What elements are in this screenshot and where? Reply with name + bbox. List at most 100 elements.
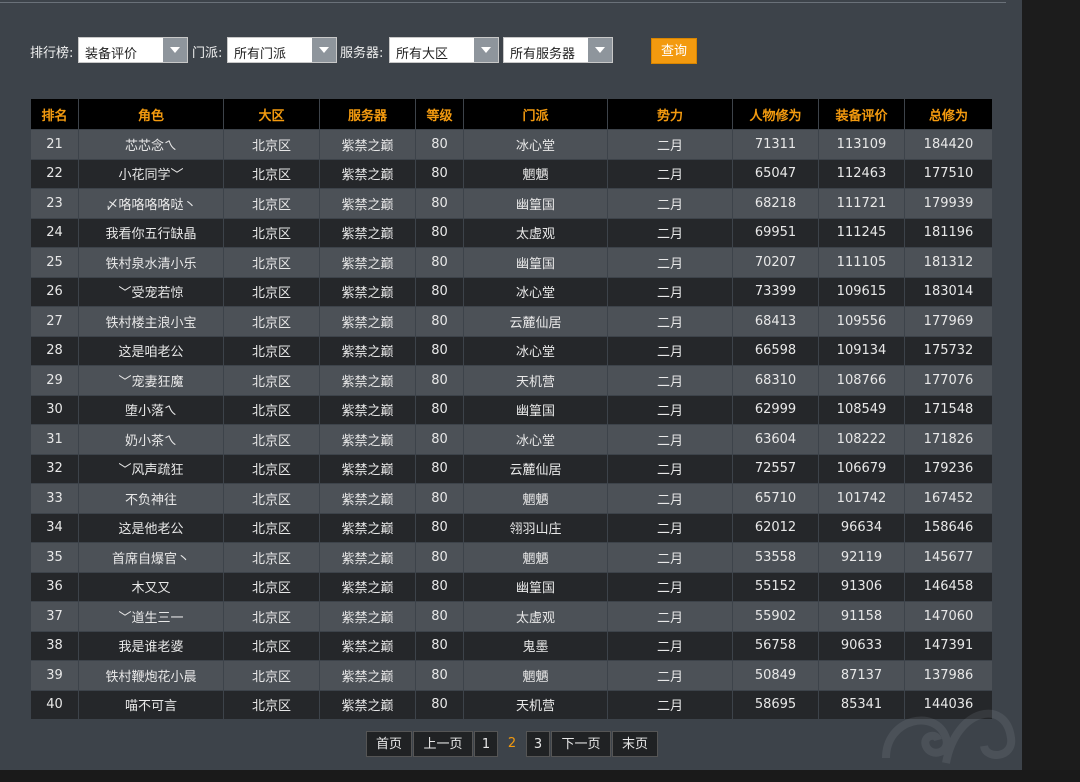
- chevron-down-icon[interactable]: [312, 38, 336, 62]
- table-cell: 这是咱老公: [78, 335, 224, 366]
- table-cell: 紫禁之巅: [319, 689, 416, 720]
- table-row[interactable]: 24 我看你五行缺晶 北京区 紫禁之巅 80 太虚观 二月 69951 111245 181196: [30, 217, 993, 248]
- table-row[interactable]: 25 铁村泉水清小乐 北京区 紫禁之巅 80 幽篁国 二月 70207 111105 181312: [30, 247, 993, 278]
- table-cell: 紫禁之巅: [319, 276, 416, 307]
- column-header: 大区: [223, 98, 320, 130]
- table-cell: 北京区: [223, 689, 320, 720]
- table-row[interactable]: 23 〆咯咯咯咯哒丶 北京区 紫禁之巅 80 幽篁国 二月 68218 111721 179939: [30, 188, 993, 219]
- table-cell: 太虚观: [463, 217, 608, 248]
- table-cell: 80: [415, 247, 464, 278]
- table-row[interactable]: 32 ﹀风声疏狂 北京区 紫禁之巅 80 云麓仙居 二月 72557 106679 179236: [30, 453, 993, 484]
- region-select[interactable]: 所有大区: [389, 37, 499, 63]
- table-row[interactable]: 29 ﹀宠妻狂魔 北京区 紫禁之巅 80 天机营 二月 68310 108766 177076: [30, 365, 993, 396]
- table-cell: 72557: [732, 453, 819, 484]
- table-cell: 147391: [904, 630, 993, 661]
- page-2-current: 2: [507, 736, 517, 751]
- table-cell: 紫禁之巅: [319, 394, 416, 425]
- last-page-button[interactable]: 末页: [612, 731, 658, 757]
- column-header: 服务器: [319, 98, 416, 130]
- page-3-button[interactable]: 3: [526, 731, 550, 757]
- table-cell: 奶小茶ㄟ: [78, 424, 224, 455]
- table-cell: 二月: [607, 394, 733, 425]
- table-cell: 80: [415, 158, 464, 189]
- table-cell: 112463: [818, 158, 905, 189]
- table-cell: 堕小落ㄟ: [78, 394, 224, 425]
- table-cell: 63604: [732, 424, 819, 455]
- table-cell: 32: [30, 453, 79, 484]
- table-cell: 小花同学﹀: [78, 158, 224, 189]
- table-cell: 179236: [904, 453, 993, 484]
- table-cell: 80: [415, 512, 464, 543]
- ranking-table: 排名 角色 大区 服务器 等级 门派 势力 人物修为 装备评价 总修为 21 芯芯念ㄟ 北京区 紫禁之巅…: [30, 98, 993, 720]
- sect-select[interactable]: 所有门派: [227, 37, 337, 63]
- table-row[interactable]: 38 我是谁老婆 北京区 紫禁之巅 80 鬼墨 二月 56758 90633 147391: [30, 630, 993, 661]
- table-cell: 80: [415, 217, 464, 248]
- chevron-down-icon[interactable]: [588, 38, 612, 62]
- table-row[interactable]: 26 ﹀受宠若惊 北京区 紫禁之巅 80 冰心堂 二月 73399 109615 183014: [30, 276, 993, 307]
- table-cell: 80: [415, 335, 464, 366]
- table-cell: 铁村泉水清小乐: [78, 247, 224, 278]
- table-cell: 我看你五行缺晶: [78, 217, 224, 248]
- table-cell: 紫禁之巅: [319, 571, 416, 602]
- table-header-row: 排名 角色 大区 服务器 等级 门派 势力 人物修为 装备评价 总修为: [30, 98, 993, 130]
- table-cell: 紫禁之巅: [319, 217, 416, 248]
- table-cell: 二月: [607, 276, 733, 307]
- table-cell: 71311: [732, 129, 819, 160]
- table-row[interactable]: 40 喵不可言 北京区 紫禁之巅 80 天机营 二月 58695 85341 144036: [30, 689, 993, 720]
- column-header: 排名: [30, 98, 79, 130]
- table-row[interactable]: 21 芯芯念ㄟ 北京区 紫禁之巅 80 冰心堂 二月 71311 113109 184420: [30, 129, 993, 160]
- table-row[interactable]: 36 木又又 北京区 紫禁之巅 80 幽篁国 二月 55152 91306 146458: [30, 571, 993, 602]
- table-cell: 177510: [904, 158, 993, 189]
- table-cell: 北京区: [223, 247, 320, 278]
- table-row[interactable]: 35 首席自爆官丶 北京区 紫禁之巅 80 魍魉 二月 53558 92119 145677: [30, 542, 993, 573]
- chevron-down-icon[interactable]: [474, 38, 498, 62]
- table-row[interactable]: 33 不负神往 北京区 紫禁之巅 80 魍魉 二月 65710 101742 167452: [30, 483, 993, 514]
- table-cell: 北京区: [223, 158, 320, 189]
- sect-label: 门派:: [192, 46, 223, 61]
- table-cell: 23: [30, 188, 79, 219]
- table-cell: 北京区: [223, 601, 320, 632]
- table-row[interactable]: 28 这是咱老公 北京区 紫禁之巅 80 冰心堂 二月 66598 109134 175732: [30, 335, 993, 366]
- chevron-down-icon[interactable]: [163, 38, 187, 62]
- table-row[interactable]: 22 小花同学﹀ 北京区 紫禁之巅 80 魍魉 二月 65047 112463 177510: [30, 158, 993, 189]
- table-row[interactable]: 27 铁村楼主浪小宝 北京区 紫禁之巅 80 云麓仙居 二月 68413 109556 17796…: [30, 306, 993, 337]
- table-cell: 50849: [732, 660, 819, 691]
- column-header: 等级: [415, 98, 464, 130]
- server-select-value: 所有服务器: [510, 47, 576, 62]
- server-select[interactable]: 所有服务器: [503, 37, 613, 63]
- table-row[interactable]: 31 奶小茶ㄟ 北京区 紫禁之巅 80 冰心堂 二月 63604 108222 171826: [30, 424, 993, 455]
- table-row[interactable]: 30 堕小落ㄟ 北京区 紫禁之巅 80 幽篁国 二月 62999 108549 171548: [30, 394, 993, 425]
- table-cell: 109615: [818, 276, 905, 307]
- table-cell: 65047: [732, 158, 819, 189]
- first-page-button[interactable]: 首页: [366, 731, 412, 757]
- table-row[interactable]: 34 这是他老公 北京区 紫禁之巅 80 翎羽山庄 二月 62012 96634 158646: [30, 512, 993, 543]
- table-cell: 92119: [818, 542, 905, 573]
- prev-page-button[interactable]: 上一页: [413, 731, 473, 757]
- table-row[interactable]: 39 铁村鞭炮花小晨 北京区 紫禁之巅 80 魍魉 二月 50849 87137 137986: [30, 660, 993, 691]
- table-cell: 幽篁国: [463, 188, 608, 219]
- table-cell: 二月: [607, 424, 733, 455]
- bottom-margin: [0, 770, 1080, 782]
- table-cell: 北京区: [223, 217, 320, 248]
- table-cell: 二月: [607, 217, 733, 248]
- table-cell: 翎羽山庄: [463, 512, 608, 543]
- table-cell: 我是谁老婆: [78, 630, 224, 661]
- table-cell: 68310: [732, 365, 819, 396]
- rank-select[interactable]: 装备评价: [78, 37, 188, 63]
- table-cell: 二月: [607, 630, 733, 661]
- table-cell: 175732: [904, 335, 993, 366]
- table-cell: 56758: [732, 630, 819, 661]
- table-cell: 云麓仙居: [463, 453, 608, 484]
- table-cell: 55152: [732, 571, 819, 602]
- table-cell: 171826: [904, 424, 993, 455]
- next-page-button[interactable]: 下一页: [551, 731, 611, 757]
- table-cell: 101742: [818, 483, 905, 514]
- table-cell: 二月: [607, 306, 733, 337]
- page-1-button[interactable]: 1: [474, 731, 498, 757]
- query-button[interactable]: 查询: [651, 38, 697, 64]
- table-cell: 181312: [904, 247, 993, 278]
- table-cell: 111245: [818, 217, 905, 248]
- table-cell: 181196: [904, 217, 993, 248]
- table-cell: 喵不可言: [78, 689, 224, 720]
- table-row[interactable]: 37 ﹀道生三一 北京区 紫禁之巅 80 太虚观 二月 55902 91158 147060: [30, 601, 993, 632]
